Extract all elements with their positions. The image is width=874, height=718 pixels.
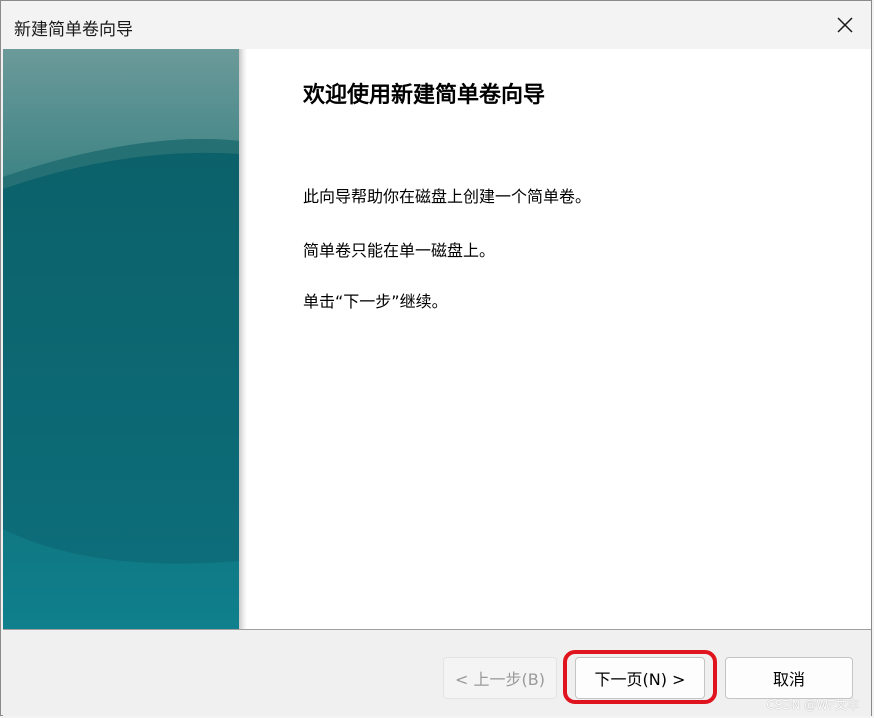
description-line-2: 简单卷只能在单一磁盘上。 [303, 241, 496, 260]
banner-graphic [3, 49, 239, 629]
wizard-content: 欢迎使用新建简单卷向导 此向导帮助你在磁盘上创建一个简单卷。 简单卷只能在单一磁… [3, 49, 871, 629]
close-button[interactable] [819, 1, 871, 49]
description-line-3: 单击“下一步”继续。 [303, 292, 448, 311]
close-icon [837, 17, 853, 33]
cancel-button[interactable]: 取消 [725, 657, 853, 699]
description-line-1: 此向导帮助你在磁盘上创建一个简单卷。 [303, 187, 592, 206]
welcome-text-area: 欢迎使用新建简单卷向导 此向导帮助你在磁盘上创建一个简单卷。 简单卷只能在单一磁… [303, 49, 843, 629]
wizard-window: 新建简单卷向导 欢迎使用新建简单卷向导 此向导帮助你在磁盘上创建一个简单卷。 简… [0, 0, 872, 716]
wizard-footer: < 上一步(B) 下一页(N) > 取消 CSDN @WF文丰 [3, 630, 871, 716]
wizard-side-banner [3, 49, 239, 629]
back-button[interactable]: < 上一步(B) [443, 657, 557, 699]
next-button[interactable]: 下一页(N) > [575, 657, 705, 699]
welcome-heading: 欢迎使用新建简单卷向导 [303, 83, 546, 108]
watermark: CSDN @WF文丰 [766, 698, 859, 712]
banner-edge-shadow [239, 49, 247, 629]
title-bar: 新建简单卷向导 [1, 1, 871, 49]
window-title: 新建简单卷向导 [14, 20, 133, 40]
